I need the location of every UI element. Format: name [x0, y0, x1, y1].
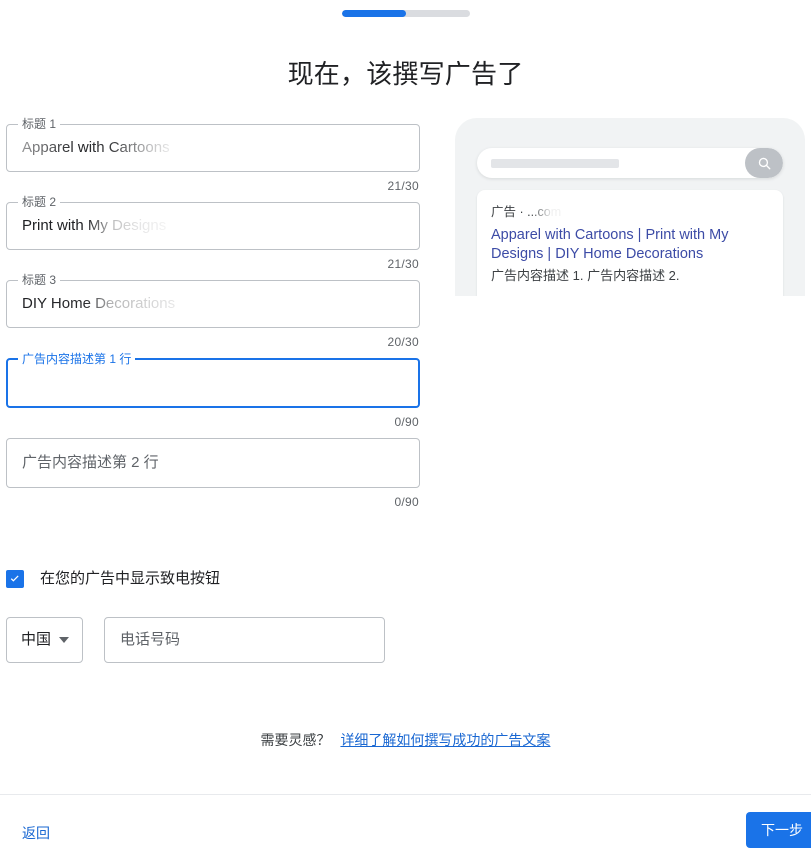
phone-number-placeholder: 电话号码: [120, 631, 181, 648]
description-1-input[interactable]: 广告内容描述第 1 行: [6, 352, 420, 408]
description-1-label: 广告内容描述第 1 行: [18, 352, 136, 366]
page-title: 现在，该撰写广告了: [287, 59, 524, 90]
field-block-headline-2: 标题 2 Print with My Designs 21/30: [6, 195, 420, 272]
headline-1-counter: 21/30: [387, 179, 419, 193]
ad-copy-form: 标题 1 Apparel with Cartoons 21/30 标题 2 Pr…: [6, 117, 420, 518]
headline-2-value: Print with My Designs: [22, 217, 167, 234]
back-link[interactable]: 返回: [22, 823, 50, 843]
progress-fill: [341, 10, 406, 17]
inspiration-prompt: 需要灵感？: [260, 732, 331, 748]
inspiration-line: 需要灵感？ 详细了解如何撰写成功的广告文案: [0, 730, 811, 750]
field-block-description-2: 广告内容描述第 2 行 0/90: [6, 438, 420, 510]
description-2-counter: 0/90: [394, 495, 419, 509]
headline-3-counter: 20/30: [387, 335, 419, 349]
ad-preview-panel: 广告 · ...com Apparel with Cartoons | Prin…: [455, 118, 805, 296]
progress-track: [341, 10, 470, 17]
country-select[interactable]: 中国: [6, 617, 83, 663]
headline-3-value: DIY Home Decorations: [22, 295, 176, 312]
footer-divider: [0, 794, 811, 795]
progress-bar: [0, 10, 811, 17]
country-select-value: 中国: [21, 631, 52, 648]
next-button[interactable]: 下一步: [746, 812, 811, 848]
ad-preview-domain: 广告 · ...com: [491, 205, 562, 219]
ad-preview-headline: Apparel with Cartoons | Print with My De…: [491, 227, 729, 262]
inspiration-link[interactable]: 详细了解如何撰写成功的广告文案: [340, 732, 550, 748]
phone-row: 中国 电话号码: [6, 617, 385, 663]
preview-search-placeholder-bar: [491, 158, 619, 168]
headline-2-label: 标题 2: [18, 195, 61, 209]
check-icon: [10, 575, 19, 582]
field-block-headline-3: 标题 3 DIY Home Decorations 20/30: [6, 273, 420, 350]
headline-1-label: 标题 1: [18, 117, 61, 131]
description-2-placeholder: 广告内容描述第 2 行: [22, 454, 159, 471]
headline-3-input[interactable]: 标题 3 DIY Home Decorations: [6, 273, 420, 328]
show-call-button-row[interactable]: 在您的广告中显示致电按钮: [6, 569, 220, 589]
headline-2-input[interactable]: 标题 2 Print with My Designs: [6, 195, 420, 250]
show-call-button-checkbox[interactable]: [6, 570, 24, 588]
show-call-button-label: 在您的广告中显示致电按钮: [40, 570, 221, 587]
headline-3-label: 标题 3: [18, 273, 61, 287]
field-block-headline-1: 标题 1 Apparel with Cartoons 21/30: [6, 117, 420, 194]
ad-preview-description: 广告内容描述 1. 广告内容描述 2.: [491, 268, 680, 283]
phone-number-input[interactable]: 电话号码: [104, 617, 385, 663]
headline-1-value: Apparel with Cartoons: [22, 139, 170, 156]
headline-2-counter: 21/30: [387, 257, 419, 271]
search-icon: [758, 157, 770, 169]
description-1-counter: 0/90: [394, 415, 419, 429]
ad-preview-card: 广告 · ...com Apparel with Cartoons | Prin…: [477, 190, 783, 296]
headline-1-input[interactable]: 标题 1 Apparel with Cartoons: [6, 117, 420, 172]
preview-search-button: [745, 148, 783, 178]
field-block-description-1: 广告内容描述第 1 行 0/90: [6, 352, 420, 430]
chevron-down-icon: [59, 637, 70, 643]
description-2-input[interactable]: 广告内容描述第 2 行: [6, 438, 420, 488]
preview-search-bar: [477, 148, 783, 178]
